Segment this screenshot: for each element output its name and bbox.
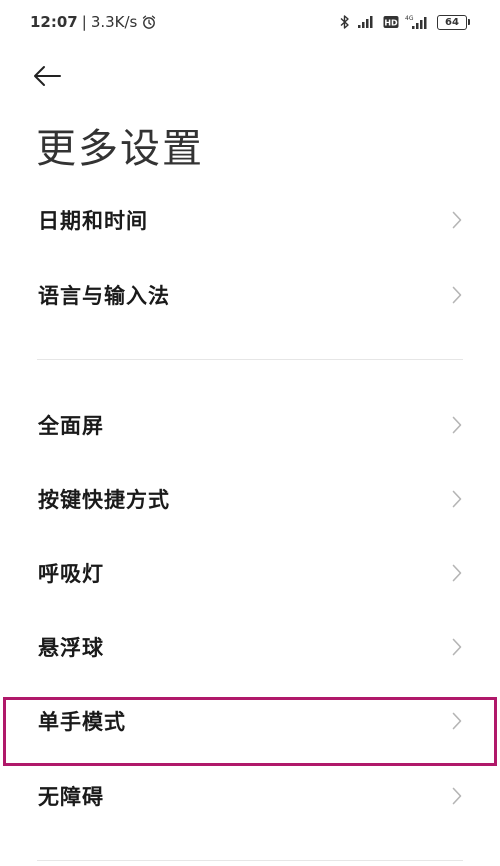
chevron-right-icon	[452, 564, 462, 582]
status-time: 12:07	[30, 13, 78, 31]
settings-item-quick-ball[interactable]: 悬浮球	[0, 617, 500, 677]
settings-item-label: 语言与输入法	[38, 284, 170, 308]
chevron-right-icon	[452, 490, 462, 508]
settings-item-label: 悬浮球	[38, 636, 104, 660]
settings-item-language-input[interactable]: 语言与输入法	[0, 265, 500, 325]
battery-level: 64	[437, 14, 467, 30]
settings-item-button-shortcuts[interactable]: 按键快捷方式	[0, 469, 500, 529]
chevron-right-icon	[452, 416, 462, 434]
settings-item-full-screen[interactable]: 全面屏	[0, 395, 500, 455]
settings-item-accessibility[interactable]: 无障碍	[0, 766, 500, 826]
status-left: 12:07 | 3.3K/s	[30, 13, 157, 31]
signal-4g-icon: 4G	[405, 14, 431, 30]
settings-item-label: 日期和时间	[38, 209, 148, 233]
settings-item-label: 全面屏	[38, 414, 104, 438]
status-right: HD 4G 64	[339, 14, 470, 30]
status-separator: |	[81, 13, 87, 31]
net-speed: 3.3K/s	[90, 13, 138, 31]
chevron-right-icon	[452, 211, 462, 229]
settings-item-date-time[interactable]: 日期和时间	[0, 190, 500, 250]
signal-icon	[357, 15, 377, 29]
settings-item-notification-light[interactable]: 呼吸灯	[0, 543, 500, 603]
settings-item-label: 无障碍	[38, 785, 104, 809]
chevron-right-icon	[452, 286, 462, 304]
status-bar: 12:07 | 3.3K/s HD 4G 64	[0, 0, 500, 44]
network-label: 4G	[405, 15, 414, 22]
chevron-right-icon	[452, 638, 462, 656]
back-button[interactable]	[32, 58, 76, 94]
settings-item-one-handed-mode[interactable]: 单手模式	[0, 691, 500, 751]
section-divider	[37, 860, 463, 861]
bluetooth-icon	[339, 14, 351, 30]
settings-item-label: 单手模式	[38, 710, 126, 734]
back-arrow-icon	[34, 66, 61, 86]
alarm-icon	[141, 14, 157, 30]
settings-item-label: 呼吸灯	[38, 562, 104, 586]
page-title: 更多设置	[36, 126, 204, 172]
chevron-right-icon	[452, 787, 462, 805]
settings-item-label: 按键快捷方式	[38, 488, 170, 512]
hd-icon: HD	[383, 15, 399, 29]
chevron-right-icon	[452, 712, 462, 730]
battery-icon: 64	[437, 14, 470, 30]
section-divider	[37, 359, 463, 360]
hd-label: HD	[384, 19, 398, 28]
